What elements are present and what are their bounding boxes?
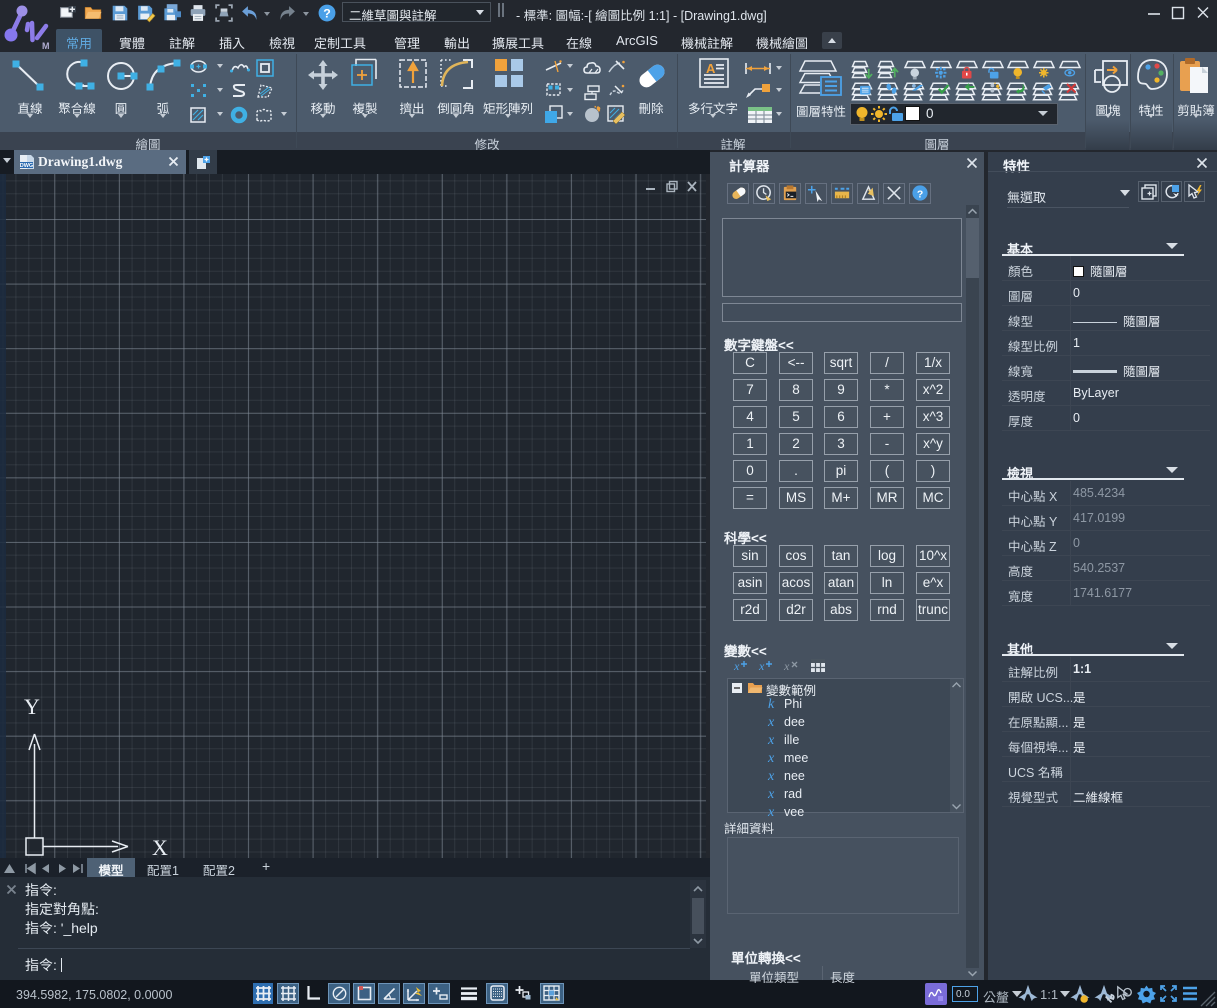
svg-text:?: ?	[917, 189, 923, 200]
svg-text:A: A	[706, 61, 716, 76]
svg-text:x: x	[758, 659, 765, 673]
svg-text:x: x	[733, 659, 740, 673]
svg-text:Y: Y	[24, 694, 40, 719]
svg-text:X: X	[152, 835, 168, 860]
svg-text:M: M	[42, 41, 50, 51]
svg-text:?: ?	[323, 7, 331, 21]
svg-text:DWG: DWG	[20, 163, 33, 169]
svg-text:x: x	[783, 659, 790, 673]
